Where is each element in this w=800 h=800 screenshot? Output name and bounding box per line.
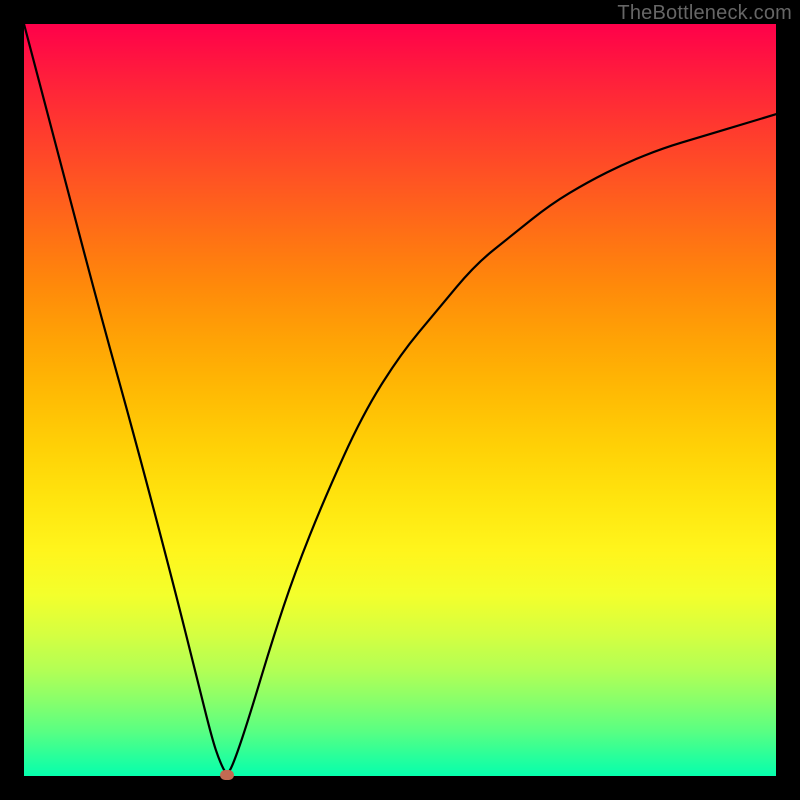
plot-area [24,24,776,776]
minimum-marker [220,770,234,780]
chart-frame: TheBottleneck.com [0,0,800,800]
watermark-text: TheBottleneck.com [617,2,792,25]
bottleneck-curve [24,24,776,776]
